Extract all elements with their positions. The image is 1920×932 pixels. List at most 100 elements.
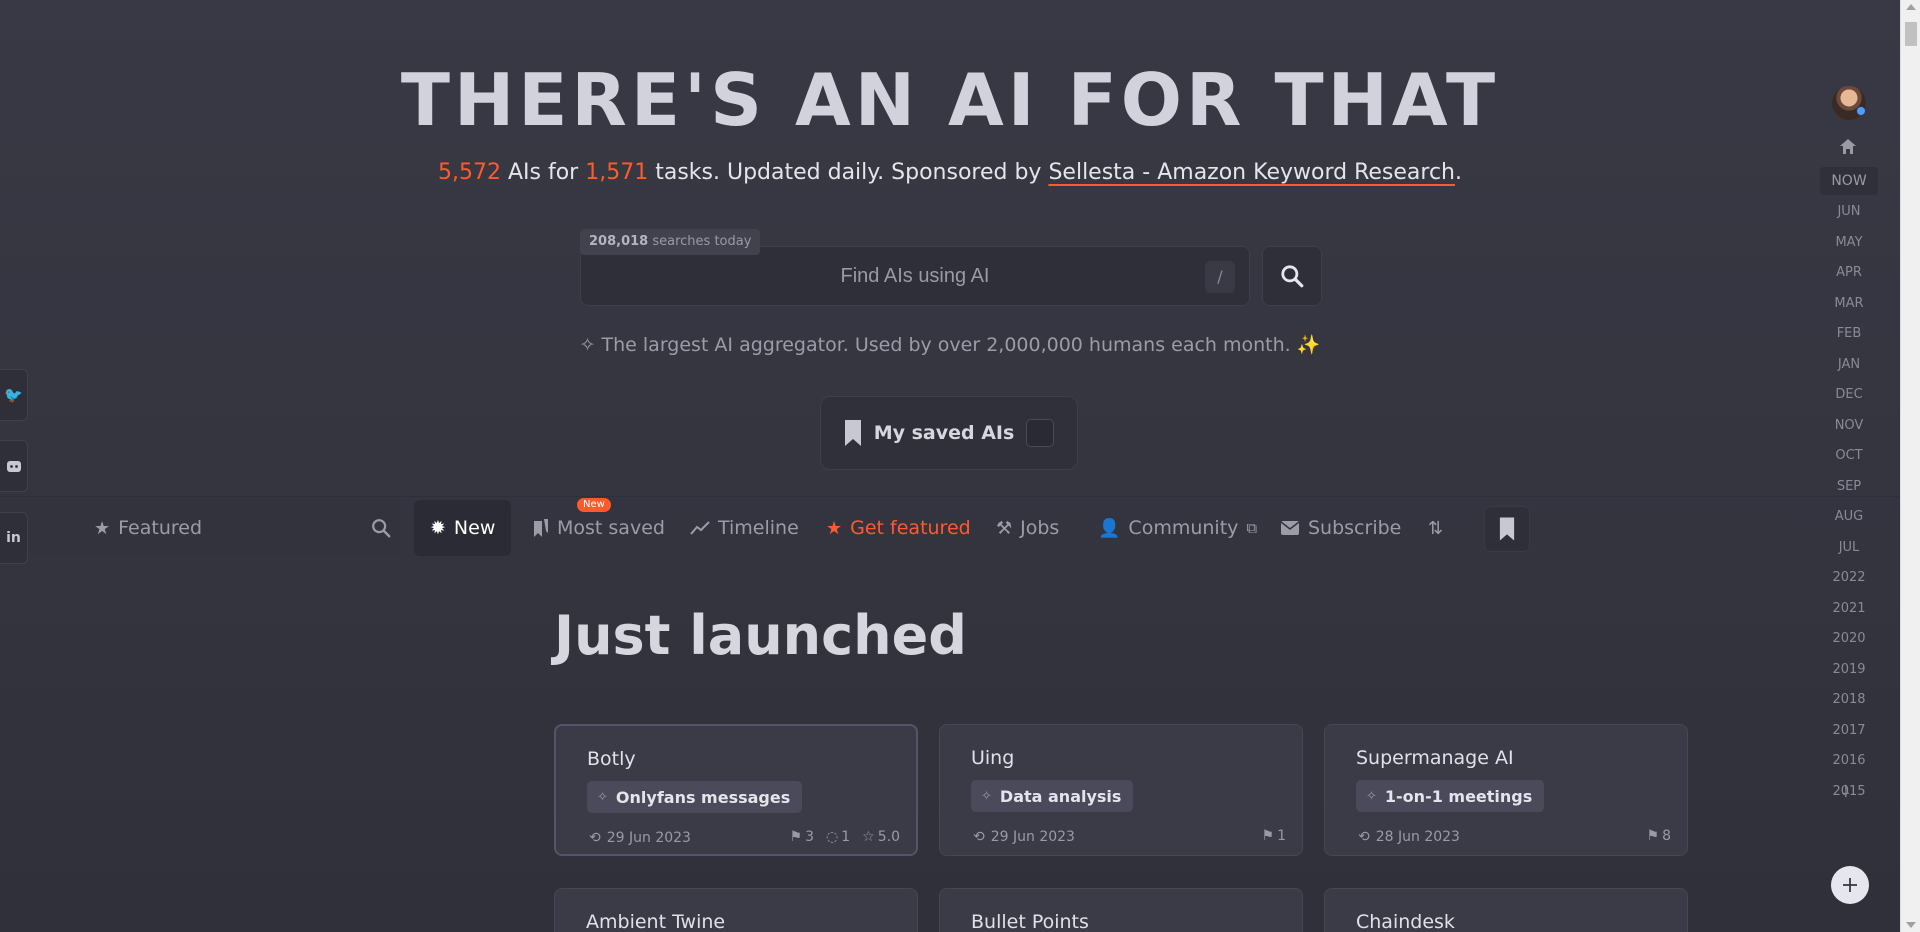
- timeline-item[interactable]: JUN: [1820, 204, 1878, 219]
- discord-icon: [6, 460, 21, 472]
- avatar-status-dot: [1856, 106, 1866, 116]
- card-meta: ⚑ 8: [1647, 828, 1671, 844]
- timeline-item[interactable]: JUL: [1820, 540, 1878, 555]
- card-rating-value: 5.0: [877, 829, 900, 845]
- home-icon: [1840, 139, 1856, 154]
- timeline-now[interactable]: NOW: [1820, 167, 1878, 195]
- nav-search-button[interactable]: [370, 500, 392, 556]
- card-name[interactable]: Uing: [971, 747, 1014, 769]
- comment-icon: ◌: [826, 829, 839, 845]
- timeline-item[interactable]: MAY: [1820, 235, 1878, 250]
- page: THERE'S AN AI FOR THAT 5,572 AIs for 1,5…: [0, 0, 1900, 932]
- timeline-item[interactable]: DEC: [1820, 387, 1878, 402]
- timeline-item[interactable]: JAN: [1820, 357, 1878, 372]
- scroll-down-arrow-icon[interactable]: [1906, 922, 1916, 928]
- card-date-text: 28 Jun 2023: [1375, 829, 1460, 845]
- timeline-item[interactable]: 2017: [1820, 723, 1878, 738]
- card-name[interactable]: Supermanage AI: [1356, 747, 1514, 769]
- ai-card[interactable]: Supermanage AI ✧ 1-on-1 meetings ⟲ 28 Ju…: [1324, 724, 1688, 856]
- tasks-text: tasks. Updated daily. Sponsored by: [655, 160, 1042, 185]
- add-ai-button[interactable]: [1831, 866, 1869, 904]
- bookmark-icon: [1499, 517, 1515, 541]
- page-scrollbar[interactable]: [1900, 0, 1920, 932]
- main-nav: ★ Featured ✹ New New Most saved Timeline: [0, 498, 1900, 556]
- star-icon: ★: [94, 517, 111, 539]
- nav-jobs[interactable]: ⚒ Jobs: [996, 500, 1059, 556]
- scroll-hint-icon[interactable]: ⸸: [1842, 780, 1850, 802]
- card-comments[interactable]: ◌ 1: [826, 829, 850, 845]
- home-button[interactable]: [1839, 138, 1857, 155]
- timeline-item[interactable]: 2018: [1820, 692, 1878, 707]
- search-box: /: [580, 246, 1250, 306]
- search-input[interactable]: [581, 247, 1249, 305]
- site-title[interactable]: THERE'S AN AI FOR THAT: [0, 58, 1900, 142]
- timeline-item[interactable]: 2022: [1820, 570, 1878, 585]
- card-name[interactable]: Chaindesk: [1356, 911, 1455, 932]
- nav-subscribe[interactable]: Subscribe: [1280, 500, 1401, 556]
- nav-saved-button[interactable]: [1484, 506, 1530, 552]
- sparkle-icon: ✧: [579, 334, 596, 356]
- card-tag[interactable]: ✧ 1-on-1 meetings: [1356, 780, 1545, 812]
- nav-community[interactable]: 👤 Community ⧉: [1098, 500, 1257, 556]
- card-saves[interactable]: ⚑ 1: [1262, 828, 1286, 844]
- nav-timeline[interactable]: Timeline: [690, 500, 799, 556]
- sort-button[interactable]: ⇅: [1428, 500, 1443, 556]
- timeline-item[interactable]: MAR: [1820, 296, 1878, 311]
- linkedin-icon: in: [6, 530, 21, 546]
- external-link-icon: ⧉: [1246, 519, 1258, 537]
- card-name[interactable]: Ambient Twine: [586, 911, 725, 932]
- linkedin-button[interactable]: in: [0, 512, 28, 564]
- ai-card[interactable]: Ambient Twine: [554, 888, 918, 932]
- star-icon: ★: [826, 517, 843, 539]
- nav-new-label: New: [453, 517, 496, 539]
- timeline-item[interactable]: 2021: [1820, 601, 1878, 616]
- nav-most-saved[interactable]: New Most saved: [533, 498, 665, 556]
- ai-card[interactable]: Uing ✧ Data analysis ⟲ 29 Jun 2023 ⚑ 1: [939, 724, 1303, 856]
- nav-featured[interactable]: ★ Featured: [94, 500, 202, 556]
- card-tag[interactable]: ✧ Data analysis: [971, 780, 1134, 812]
- card-name[interactable]: Botly: [587, 748, 636, 770]
- twitter-button[interactable]: 🐦: [0, 369, 28, 421]
- bookmark-icon: ⚑: [789, 829, 803, 845]
- card-date: ⟲ 29 Jun 2023: [589, 830, 691, 846]
- my-saved-ais-button[interactable]: My saved AIs: [820, 396, 1078, 470]
- discord-button[interactable]: [0, 440, 28, 492]
- timeline-item[interactable]: AUG: [1820, 509, 1878, 524]
- envelope-icon: [1280, 521, 1300, 535]
- card-rating[interactable]: ☆ 5.0: [862, 829, 900, 845]
- ai-card[interactable]: Chaindesk: [1324, 888, 1688, 932]
- nav-community-label: Community: [1128, 517, 1239, 539]
- timeline-item[interactable]: 2016: [1820, 753, 1878, 768]
- sparkle-icon: ✧: [1366, 788, 1377, 804]
- ai-card[interactable]: Bullet Points: [939, 888, 1303, 932]
- nav-new[interactable]: ✹ New: [414, 500, 512, 556]
- card-name[interactable]: Bullet Points: [971, 911, 1089, 932]
- sponsor-link[interactable]: Sellesta - Amazon Keyword Research: [1048, 160, 1455, 185]
- card-date: ⟲ 29 Jun 2023: [973, 829, 1075, 845]
- sparkle-icon: ✧: [981, 788, 992, 804]
- bookmark-icon: ⚑: [1261, 828, 1275, 844]
- timeline-item[interactable]: FEB: [1820, 326, 1878, 341]
- ai-card[interactable]: Botly ✧ Onlyfans messages ⟲ 29 Jun 2023 …: [554, 724, 918, 856]
- scroll-thumb[interactable]: [1905, 22, 1917, 46]
- scroll-up-arrow-icon[interactable]: [1906, 4, 1916, 10]
- timeline-item[interactable]: 2019: [1820, 662, 1878, 677]
- timeline-item[interactable]: NOV: [1820, 418, 1878, 433]
- timeline-sidebar: NOW JUN MAY APR MAR FEB JAN DEC NOV OCT SEP AUG JUL…: [1818, 0, 1880, 932]
- card-tag-label: Onlyfans messages: [615, 787, 791, 807]
- nav-get-featured[interactable]: ★ Get featured: [826, 500, 971, 556]
- sparkle-icon: ✧: [597, 789, 608, 805]
- sort-alpha-icon: ⇅: [1428, 517, 1444, 539]
- most-saved-new-badge: New: [577, 498, 611, 512]
- search-button[interactable]: [1262, 246, 1322, 306]
- card-saves[interactable]: ⚑ 3: [790, 829, 814, 845]
- timeline-item[interactable]: SEP: [1820, 479, 1878, 494]
- timeline-item[interactable]: 2020: [1820, 631, 1878, 646]
- bookmark-icon: ⚑: [1646, 828, 1660, 844]
- timeline-item[interactable]: APR: [1820, 265, 1878, 280]
- tagline: ✧ The largest AI aggregator. Used by ove…: [0, 333, 1900, 356]
- card-saves[interactable]: ⚑ 8: [1647, 828, 1671, 844]
- hammer-icon: ⚒: [996, 517, 1013, 539]
- card-tag[interactable]: ✧ Onlyfans messages: [587, 781, 803, 813]
- timeline-item[interactable]: OCT: [1820, 448, 1878, 463]
